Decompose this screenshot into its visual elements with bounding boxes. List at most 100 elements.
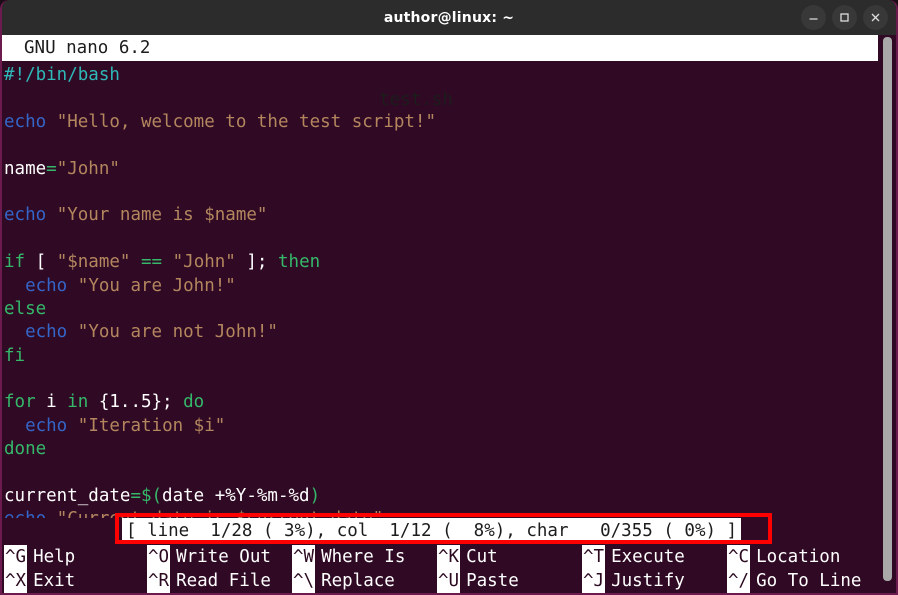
shortcut-label: Cut <box>466 547 498 567</box>
code-token: {1..5}; <box>88 392 184 413</box>
code-token: "You are John!" <box>77 275 236 296</box>
code-token: name <box>4 158 47 179</box>
shortcut-key: ^R <box>147 569 171 593</box>
code-token: else <box>4 298 47 319</box>
code-token: "Current date is $current_date" <box>57 509 384 518</box>
code-token: "Your name is $name" <box>56 205 268 226</box>
code-token: =$( <box>130 486 163 507</box>
code-token: do <box>183 392 205 413</box>
shortcut-execute[interactable]: ^T Execute <box>582 545 685 569</box>
editor-line: fi <box>4 345 896 368</box>
shortcut-label: Go To Line <box>756 571 862 591</box>
code-token: i <box>35 392 68 413</box>
editor-line: else <box>4 298 896 321</box>
editor-line: #!/bin/bash <box>4 64 896 87</box>
code-token: [ <box>25 252 57 273</box>
code-token: if <box>4 252 26 273</box>
shortcut-cut[interactable]: ^K Cut <box>437 545 498 569</box>
scrollbar-thumb[interactable] <box>883 37 892 581</box>
shortcut-key: ^G <box>4 545 28 569</box>
shortcut-key: ^C <box>727 545 751 569</box>
shortcut-where-is[interactable]: ^W Where Is <box>292 545 405 569</box>
minimize-icon <box>808 12 819 23</box>
nano-header-bar: GNU nano 6.2 test.sh <box>2 35 878 110</box>
shortcut-label: Execute <box>611 547 685 567</box>
editor-line: echo "Iteration $i" <box>4 415 896 438</box>
shortcut-read-file[interactable]: ^R Read File <box>147 569 271 593</box>
shortcut-label: Read File <box>176 571 271 591</box>
shortcut-justify[interactable]: ^J Justify <box>582 569 685 593</box>
shortcut-location[interactable]: ^C Location <box>727 545 840 569</box>
code-token: echo <box>25 415 68 436</box>
maximize-icon <box>839 12 850 23</box>
code-token: for <box>4 392 36 413</box>
title-bar[interactable]: author@linux: ~ <box>2 0 896 35</box>
shortcut-help[interactable]: ^G Help <box>4 545 75 569</box>
code-token: done <box>4 439 47 460</box>
editor-line: for i in {1..5}; do <box>4 391 896 414</box>
shortcut-replace[interactable]: ^\ Replace <box>292 569 395 593</box>
shortcut-key: ^J <box>582 569 606 593</box>
shortcut-label: Location <box>756 547 841 567</box>
editor-line: echo "You are not John!" <box>4 321 896 344</box>
editor-line: done <box>4 438 896 461</box>
code-token: echo <box>25 275 68 296</box>
shortcut-key: ^W <box>292 545 316 569</box>
close-button[interactable] <box>863 5 888 30</box>
code-token: echo <box>25 322 68 343</box>
shortcut-label: Write Out <box>176 547 271 567</box>
shortcut-exit[interactable]: ^X Exit <box>4 569 75 593</box>
code-token: == <box>141 252 163 273</box>
code-token: current_date <box>4 486 131 507</box>
code-token: "John" <box>56 158 120 179</box>
code-token: "Hello, welcome to the test script!" <box>56 111 436 132</box>
close-icon <box>870 12 881 23</box>
maximize-button[interactable] <box>832 5 857 30</box>
shortcut-go-to-line[interactable]: ^/Go To Line <box>727 569 861 593</box>
minimize-button[interactable] <box>801 5 826 30</box>
editor-line: echo "Your name is $name" <box>4 204 896 227</box>
code-token: echo <box>4 111 47 132</box>
shortcut-label: Paste <box>466 571 519 591</box>
shortcut-paste[interactable]: ^U Paste <box>437 569 519 593</box>
shortcut-label: Exit <box>33 571 76 591</box>
shortcut-key: ^\ <box>292 569 316 593</box>
shortcut-key: ^K <box>437 545 461 569</box>
code-token: "John" <box>172 252 236 273</box>
code-token: fi <box>4 345 26 366</box>
status-line: [ line 1/28 ( 3%), col 1/12 ( 8%), char … <box>2 513 896 544</box>
code-token: "$name" <box>56 252 131 273</box>
code-token: ]; <box>235 252 278 273</box>
vertical-scrollbar[interactable] <box>883 37 892 585</box>
code-token: "You are not John!" <box>77 322 278 343</box>
code-token: ) <box>309 486 321 507</box>
code-token: echo <box>4 509 46 518</box>
code-token: #!/bin/bash <box>4 65 120 85</box>
window-title: author@linux: ~ <box>383 9 515 26</box>
cursor-position-status: [ line 1/28 ( 3%), col 1/12 ( 8%), char … <box>122 518 742 544</box>
code-token: in <box>67 392 89 413</box>
editor-line: echo "Hello, welcome to the test script!… <box>4 111 896 134</box>
shortcut-key: ^/ <box>727 569 751 593</box>
shortcut-key: ^O <box>147 545 171 569</box>
shortcut-label: Where Is <box>321 547 406 567</box>
code-token: date +%Y-%m-%d <box>162 486 310 507</box>
editor-line: name="John" <box>4 158 896 181</box>
window-controls <box>801 0 888 35</box>
code-token: echo <box>4 205 47 226</box>
shortcut-write-out[interactable]: ^O Write Out <box>147 545 271 569</box>
shortcut-label: Help <box>33 547 76 567</box>
editor-text-area[interactable]: #!/bin/bash echo "Hello, welcome to the … <box>2 61 896 518</box>
